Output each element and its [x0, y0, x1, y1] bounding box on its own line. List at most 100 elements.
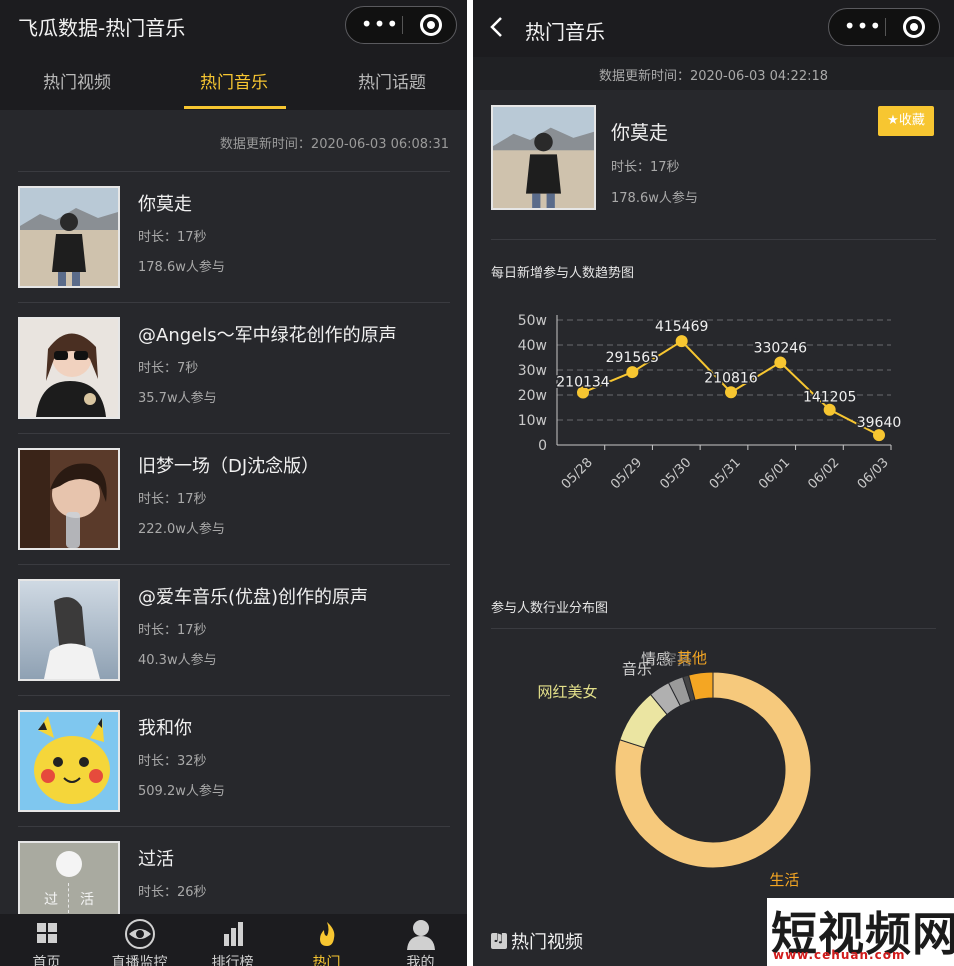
x-tick-label: 05/30 — [657, 455, 694, 492]
song-title: 你莫走 — [138, 194, 192, 215]
x-tick-label: 06/03 — [855, 455, 892, 492]
user-icon — [407, 920, 435, 950]
screen: 飞瓜数据-热门音乐 ••• 热门视频 热门音乐 热门话题 数据更新时间：2020… — [0, 0, 954, 966]
song-duration: 时长：7秒 — [138, 361, 199, 376]
song-title: @Angels～军中绿花创作的原声 — [138, 325, 397, 346]
nav-label: 直播监控 — [111, 955, 168, 966]
data-label: 330246 — [754, 340, 808, 356]
y-tick-label: 50w — [518, 313, 547, 329]
song-title: 你莫走 — [611, 122, 669, 144]
song-duration: 时长：32秒 — [138, 754, 207, 769]
more-icon[interactable]: ••• — [843, 9, 883, 45]
list-item[interactable]: 你莫走 时长：17秒 178.6w人参与 — [18, 186, 450, 288]
page-title: 飞瓜数据-热门音乐 — [18, 16, 186, 40]
y-tick-label: 20w — [518, 388, 547, 404]
participant-count: 509.2w人参与 — [138, 784, 225, 799]
top-bar: 飞瓜数据-热门音乐 ••• — [0, 0, 467, 52]
cover-divider — [68, 883, 69, 913]
industry-chart-title: 参与人数行业分布图 — [491, 601, 609, 616]
flame-icon — [320, 922, 335, 946]
x-tick-label: 05/28 — [559, 455, 596, 492]
data-point — [725, 386, 737, 399]
y-tick-label: 40w — [518, 338, 547, 354]
trend-line-chart: 0 10w 20w 30w 40w 50w 05/28 05/29 05/30 05/31 06/0… — [518, 313, 903, 492]
list-item[interactable]: @爱车音乐(优盘)创作的原声 时长：17秒 40.3w人参与 — [18, 579, 450, 681]
music-icon — [491, 930, 507, 949]
tab-hot-topics[interactable]: 热门话题 — [332, 68, 452, 93]
nav-label: 首页 — [32, 955, 61, 966]
cover-image — [491, 105, 596, 210]
close-icon[interactable] — [903, 16, 925, 38]
back-icon[interactable] — [489, 16, 505, 38]
cover-text: 过 — [44, 892, 58, 908]
close-icon[interactable] — [420, 14, 442, 36]
hot-videos-section-title[interactable]: 热门视频 — [491, 928, 583, 954]
mini-program-capsule: ••• — [828, 8, 940, 46]
eye-icon — [125, 919, 155, 949]
y-tick-label: 10w — [518, 413, 547, 429]
update-bar: 数据更新时间：2020-06-03 04:22:18 — [473, 57, 954, 90]
participant-count: 35.7w人参与 — [138, 391, 217, 406]
divider — [18, 564, 450, 565]
divider — [18, 695, 450, 696]
song-duration: 时长：17秒 — [611, 160, 680, 175]
nav-label: 我的 — [406, 955, 435, 966]
slice-label: 网红美女 — [537, 683, 597, 701]
song-duration: 时长：17秒 — [138, 492, 207, 507]
data-label: 210816 — [704, 370, 758, 386]
nav-home[interactable]: 首页 — [0, 914, 93, 966]
favorite-button[interactable]: ★收藏 — [878, 106, 934, 136]
song-duration: 时长：17秒 — [138, 230, 207, 245]
capsule-divider — [402, 16, 403, 34]
cover-image — [18, 710, 120, 812]
hot-music-list-panel: 飞瓜数据-热门音乐 ••• 热门视频 热门音乐 热门话题 数据更新时间：2020… — [0, 0, 467, 966]
nav-live-monitor[interactable]: 直播监控 — [93, 914, 186, 966]
tab-hot-music[interactable]: 热门音乐 — [174, 68, 294, 93]
nav-hot[interactable]: 热门 — [280, 914, 373, 966]
x-tick-label: 05/29 — [608, 455, 645, 492]
star-icon: ★ — [887, 113, 899, 128]
update-time: 数据更新时间：2020-06-03 04:22:18 — [598, 69, 829, 84]
watermark-url: www.cehuan.com — [773, 948, 906, 962]
nav-ranking[interactable]: 排行榜 — [186, 914, 279, 966]
song-title: @爱车音乐(优盘)创作的原声 — [138, 587, 369, 608]
list-item[interactable]: 旧梦一场（DJ沈念版） 时长：17秒 222.0w人参与 — [18, 448, 450, 550]
watermark-logo: 短视频网 www.cehuan.com — [767, 898, 954, 966]
x-tick-label: 05/31 — [707, 455, 744, 492]
footer-label: 热门视频 — [511, 932, 583, 953]
nav-mine[interactable]: 我的 — [374, 914, 467, 966]
capsule-divider — [885, 18, 886, 36]
participant-count: 222.0w人参与 — [138, 522, 225, 537]
nav-label: 热门 — [312, 955, 341, 966]
tab-bar: 热门视频 热门音乐 热门话题 — [0, 52, 467, 110]
industry-donut-chart: 生活网红美女音乐情感穿搭其他 — [537, 649, 812, 889]
participant-count: 178.6w人参与 — [611, 191, 698, 206]
divider — [18, 302, 450, 303]
song-title: 过活 — [138, 849, 174, 870]
moon-shape — [56, 851, 82, 877]
cover-image — [18, 317, 120, 419]
song-title: 旧梦一场（DJ沈念版） — [138, 456, 320, 477]
data-label: 141205 — [803, 390, 856, 406]
song-title: 我和你 — [138, 718, 192, 739]
bottom-nav: 首页 直播监控 排行榜 热门 我的 — [0, 914, 467, 966]
list-item[interactable]: @Angels～军中绿花创作的原声 时长：7秒 35.7w人参与 — [18, 317, 450, 419]
divider — [491, 239, 936, 240]
participant-count: 178.6w人参与 — [138, 260, 225, 275]
data-label: 210134 — [556, 374, 610, 390]
divider — [18, 171, 450, 172]
divider — [18, 433, 450, 434]
grid-icon — [37, 923, 57, 943]
favorite-label: 收藏 — [898, 113, 925, 128]
page-title: 热门音乐 — [525, 20, 605, 44]
tab-hot-videos[interactable]: 热门视频 — [17, 68, 137, 93]
data-point — [675, 335, 688, 348]
more-icon[interactable]: ••• — [360, 7, 400, 43]
y-tick-label: 30w — [518, 363, 547, 379]
data-point — [774, 356, 787, 369]
y-tick-label: 0 — [538, 438, 547, 454]
cover-text: 活 — [80, 892, 94, 908]
list-item[interactable]: 我和你 时长：32秒 509.2w人参与 — [18, 710, 450, 812]
data-point — [626, 366, 639, 379]
divider — [491, 628, 936, 629]
